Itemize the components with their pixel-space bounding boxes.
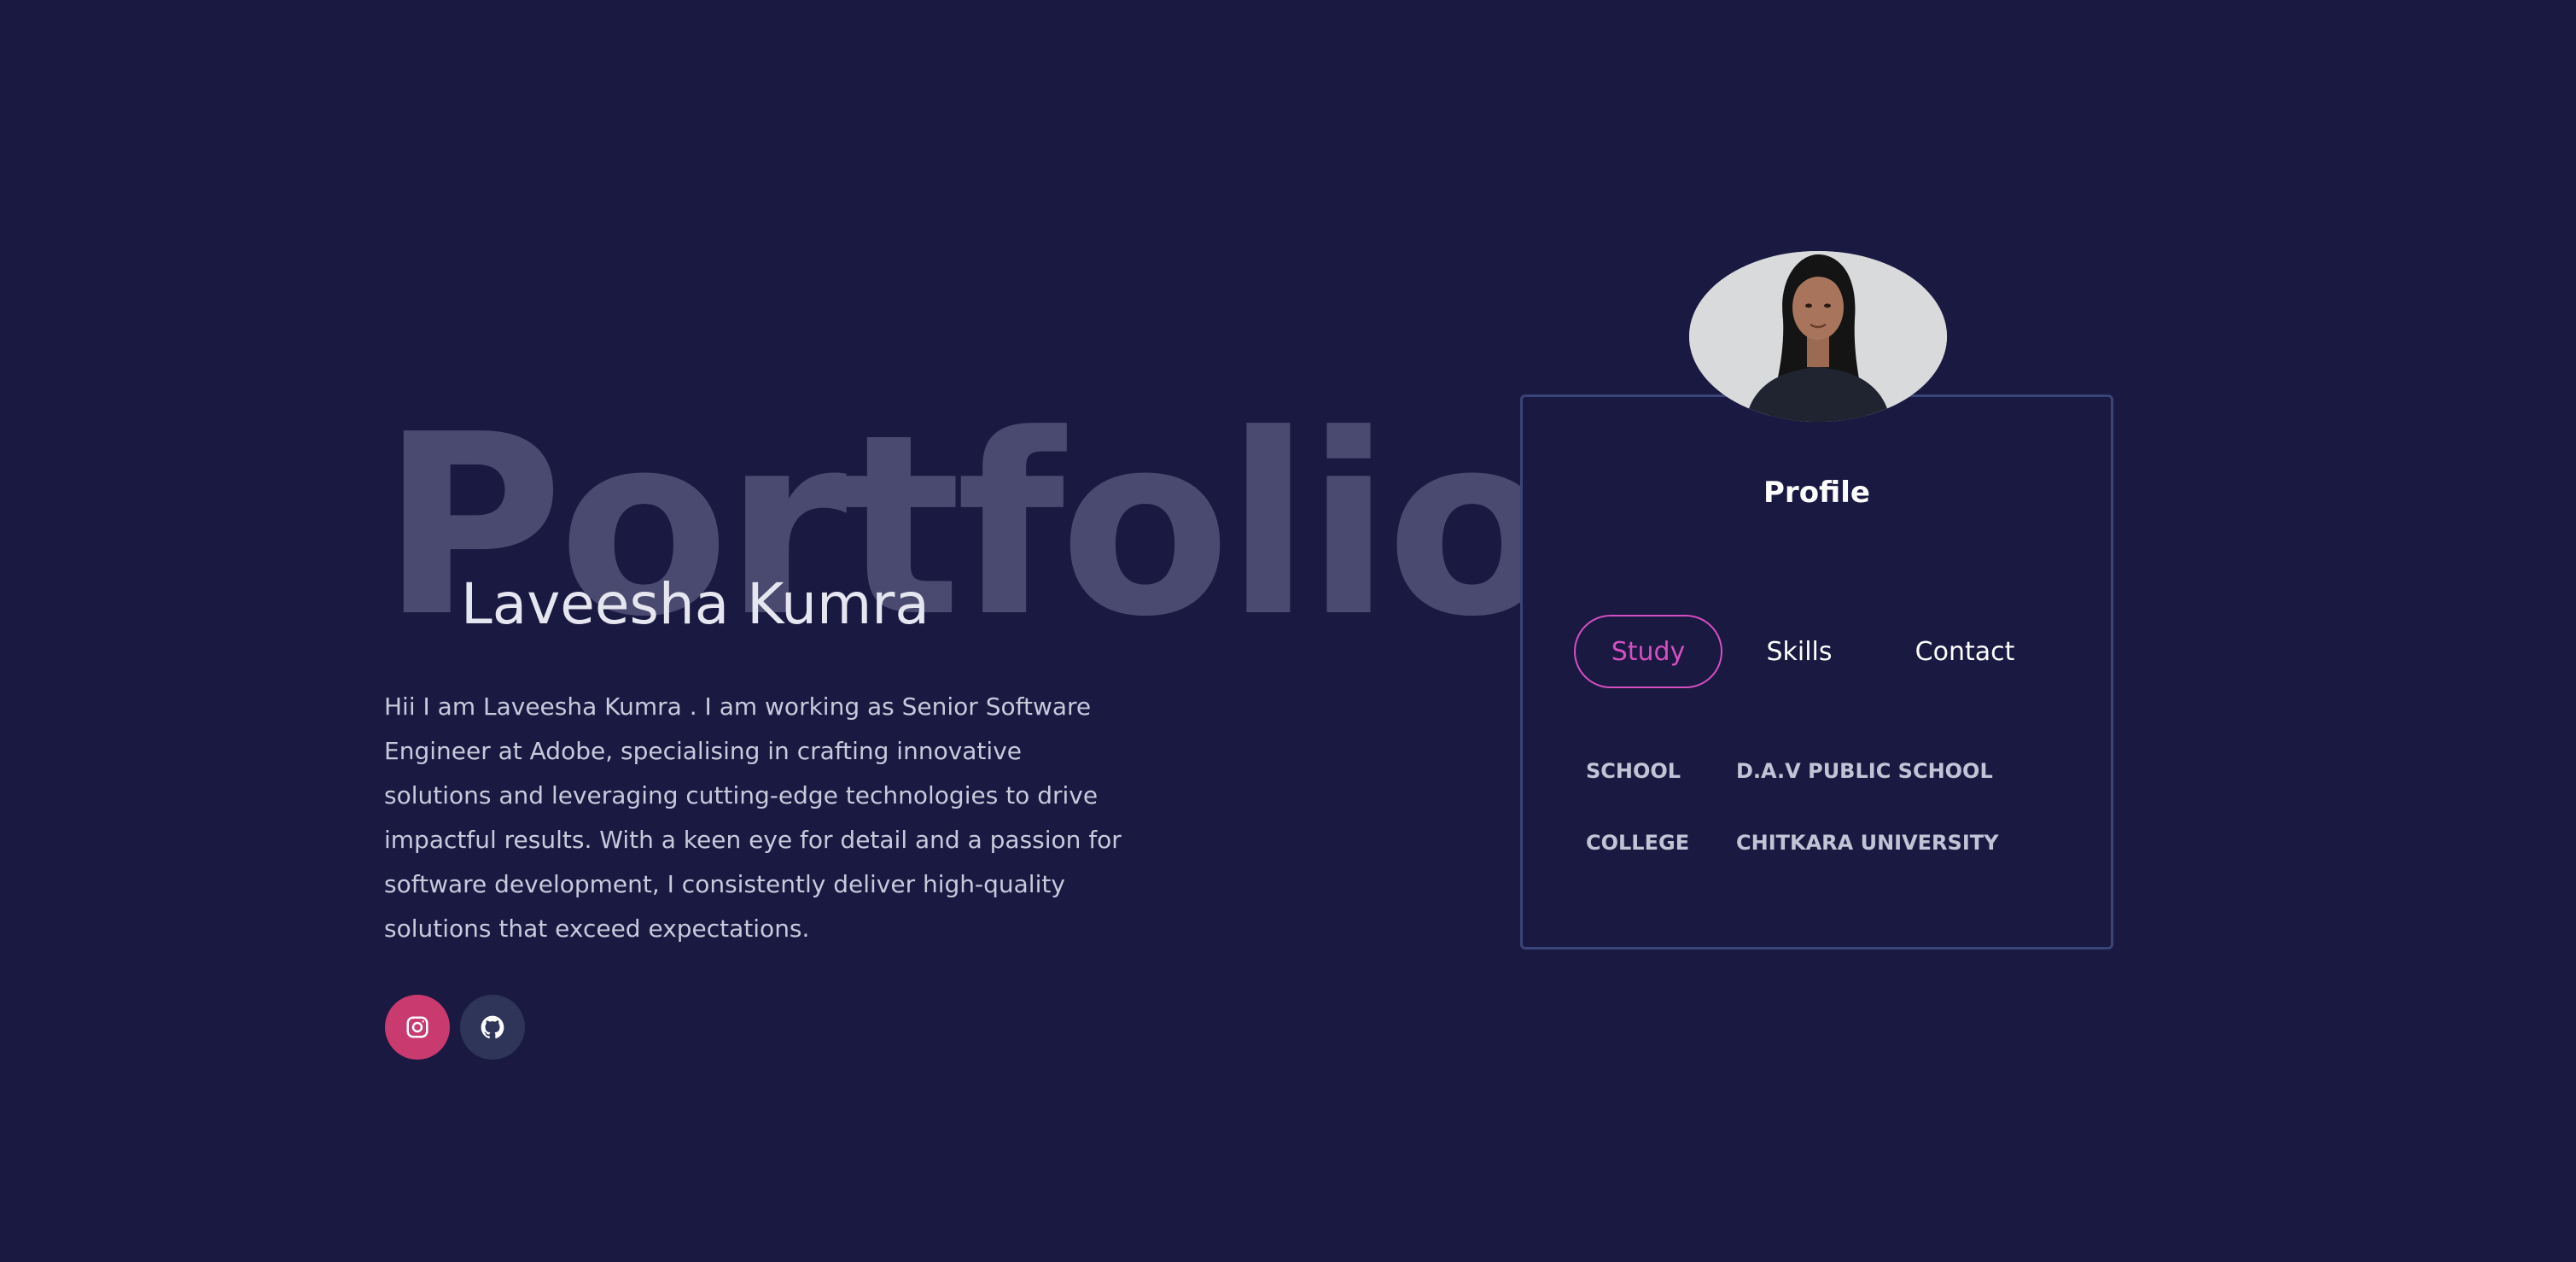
- instagram-icon: [406, 1016, 428, 1038]
- hero-bio: Hii I am Laveesha Kumra . I am working a…: [384, 692, 1122, 943]
- table-row: SCHOOL D.A.V PUBLIC SCHOOL: [1586, 759, 1999, 831]
- study-value-school: D.A.V PUBLIC SCHOOL: [1736, 759, 1993, 783]
- profile-tabs: Study Skills Contact: [1574, 615, 2054, 688]
- social-links: [385, 995, 525, 1060]
- instagram-button[interactable]: [385, 995, 450, 1060]
- profile-photo: [1689, 251, 1947, 422]
- study-key-school: SCHOOL: [1586, 759, 1681, 783]
- avatar: [1689, 251, 1947, 422]
- tab-skills[interactable]: Skills: [1722, 615, 1876, 688]
- profile-card: Profile Study Skills Contact SCHOOL D.A.…: [1520, 394, 2113, 949]
- tab-contact[interactable]: Contact: [1876, 615, 2054, 688]
- hero-name: Laveesha Kumra: [461, 571, 930, 637]
- study-value-college: CHITKARA UNIVERSITY: [1736, 831, 1999, 855]
- portfolio-page: Portfolio Laveesha Kumra Hii I am Lavees…: [0, 0, 2576, 1262]
- study-table: SCHOOL D.A.V PUBLIC SCHOOL COLLEGE CHITK…: [1586, 759, 1999, 903]
- profile-title: Profile: [1763, 476, 1870, 510]
- github-button[interactable]: [460, 995, 525, 1060]
- tab-study[interactable]: Study: [1574, 615, 1722, 688]
- table-row: COLLEGE CHITKARA UNIVERSITY: [1586, 831, 1999, 903]
- github-icon: [481, 1015, 504, 1039]
- study-key-college: COLLEGE: [1586, 831, 1690, 855]
